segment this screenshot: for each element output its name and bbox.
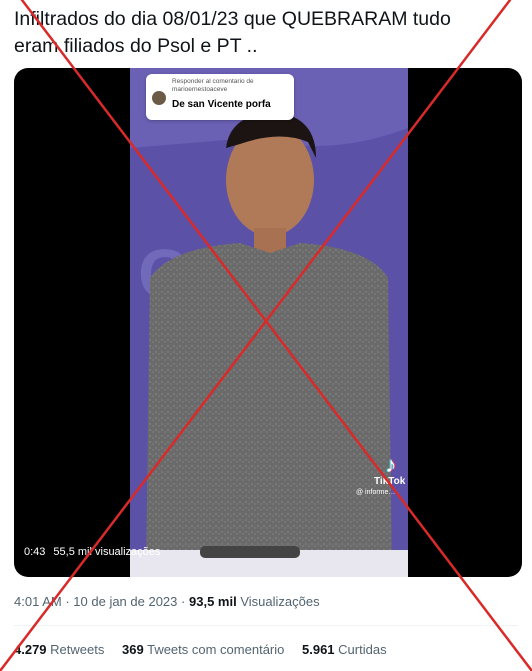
tweet-views-count: 93,5 mil — [189, 594, 237, 609]
commenter-avatar — [152, 91, 166, 105]
tweet-views-label: Visualizações — [240, 594, 320, 609]
tweet-date[interactable]: 10 de jan de 2023 — [73, 594, 177, 609]
meta-separator-2: · — [181, 594, 186, 609]
tweet-text-line-1: Infiltrados do dia 08/01/23 que QUEBRARA… — [14, 8, 451, 30]
tweet-meta: 4:01 AM · 10 de jan de 2023 · 93,5 mil V… — [14, 594, 320, 609]
comments-stat[interactable]: 369 Tweets com comentário — [122, 642, 284, 657]
retweets-label: Retweets — [50, 642, 105, 657]
reply-caption: Responder al comentario de marioernestoa… — [172, 78, 254, 93]
tiktok-handle: @ informe… — [356, 489, 396, 496]
engagement-stats: 4.279 Retweets 369 Tweets com comentário… — [14, 642, 401, 657]
retweets-count: 4.279 — [14, 642, 47, 657]
reply-text: De san Vicente porfa — [172, 99, 271, 110]
video-still-image: CA S — [130, 68, 408, 577]
video-duration: 0:43 — [24, 546, 46, 558]
divider — [14, 625, 518, 626]
meta-separator: · — [65, 594, 70, 609]
comments-count: 369 — [122, 642, 144, 657]
likes-label: Curtidas — [338, 642, 387, 657]
likes-count: 5.961 — [302, 642, 335, 657]
video-views: 55,5 mil visualizações — [53, 546, 161, 558]
comments-label: Tweets com comentário — [147, 642, 285, 657]
video-frame: CA S — [130, 68, 408, 577]
likes-stat[interactable]: 5.961 Curtidas — [302, 642, 387, 657]
tweet-text: Infiltrados do dia 08/01/23 que QUEBRARA… — [14, 6, 524, 60]
video-player[interactable]: CA S Responder al comentario de marioern… — [14, 68, 522, 577]
reply-comment-bubble: Responder al comentario de marioernestoa… — [146, 74, 294, 120]
tweet-time[interactable]: 4:01 AM — [14, 594, 62, 609]
tiktok-brand: TikTok — [374, 476, 406, 487]
tweet-text-line-2: eram filiados do Psol e PT .. — [14, 35, 258, 57]
video-stats: 0:43 55,5 mil visualizações — [24, 546, 160, 558]
retweets-stat[interactable]: 4.279 Retweets — [14, 642, 104, 657]
